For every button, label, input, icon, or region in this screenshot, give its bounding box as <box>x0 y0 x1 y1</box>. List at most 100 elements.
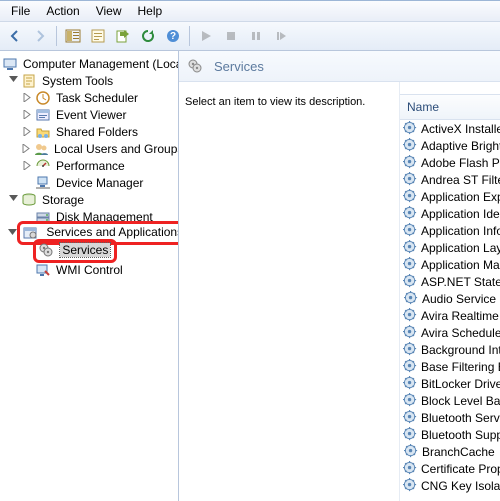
service-row[interactable]: CNG Key Isolation <box>400 477 500 494</box>
tree-device-manager[interactable]: Device Manager <box>0 174 178 191</box>
users-icon <box>33 141 49 157</box>
service-row[interactable]: Adobe Flash Player U <box>400 154 500 171</box>
service-row[interactable]: BitLocker Drive Encry <box>400 375 500 392</box>
show-hide-tree-button[interactable] <box>61 24 85 48</box>
expand-icon[interactable] <box>22 92 33 103</box>
service-row[interactable]: Application Identity <box>400 205 500 222</box>
tree-local-users[interactable]: Local Users and Groups <box>0 140 178 157</box>
pane-header: Services <box>179 51 500 82</box>
tree-label: WMI Control <box>54 263 125 277</box>
service-gear-icon <box>403 206 418 222</box>
toolbar: ? <box>0 22 500 51</box>
service-name: Background Intellige <box>421 343 500 357</box>
details-pane: Services Select an item to view its desc… <box>179 51 500 501</box>
service-gear-icon <box>403 444 419 460</box>
collapse-icon[interactable] <box>8 75 19 86</box>
service-gear-icon <box>403 291 419 307</box>
services-list[interactable]: ActiveX Installer (AxIAdaptive Brightnes… <box>400 120 500 501</box>
service-row[interactable]: Application Layer Ga <box>400 239 500 256</box>
pane-title: Services <box>214 59 264 74</box>
back-button[interactable] <box>3 24 27 48</box>
tree-storage[interactable]: Storage <box>0 191 178 208</box>
service-gear-icon <box>403 172 418 188</box>
menu-action[interactable]: Action <box>39 3 86 19</box>
service-row[interactable]: Bluetooth Service <box>400 409 500 426</box>
tree-label: Task Scheduler <box>54 91 140 105</box>
tree-system-tools[interactable]: System Tools <box>0 72 178 89</box>
service-row[interactable]: BranchCache <box>400 443 500 460</box>
system-tools-icon <box>21 73 37 89</box>
service-row[interactable]: Avira Scheduler <box>400 324 500 341</box>
service-row[interactable]: Base Filtering Engine <box>400 358 500 375</box>
service-row[interactable]: Audio Service <box>400 290 500 307</box>
service-gear-icon <box>403 461 418 477</box>
service-name: Application Experien <box>421 190 500 204</box>
tree-shared-folders[interactable]: Shared Folders <box>0 123 178 140</box>
service-name: Application Layer Ga <box>421 241 500 255</box>
export-button[interactable] <box>111 24 135 48</box>
service-name: ActiveX Installer (AxI <box>421 122 500 136</box>
service-row[interactable]: Avira Realtime Prote <box>400 307 500 324</box>
service-row[interactable]: Certificate Propagati <box>400 460 500 477</box>
menu-file[interactable]: File <box>4 3 37 19</box>
wmi-icon <box>35 262 51 278</box>
service-gear-icon <box>403 376 418 392</box>
services-icon <box>187 58 203 74</box>
tree-label: Services <box>60 243 110 257</box>
tree-event-viewer[interactable]: Event Viewer <box>0 106 178 123</box>
service-row[interactable]: Andrea ST Filters Ser <box>400 171 500 188</box>
service-name: Application Manage <box>421 258 500 272</box>
tree-task-scheduler[interactable]: Task Scheduler <box>0 89 178 106</box>
forward-button[interactable] <box>28 24 52 48</box>
service-name: Bluetooth Service <box>421 411 500 425</box>
service-row[interactable]: ASP.NET State Servic <box>400 273 500 290</box>
properties-button[interactable] <box>86 24 110 48</box>
service-name: Application Informa <box>421 224 500 238</box>
expand-icon[interactable] <box>22 126 33 137</box>
service-gear-icon <box>403 325 418 341</box>
menu-view[interactable]: View <box>89 3 129 19</box>
device-manager-icon <box>35 175 51 191</box>
service-row[interactable]: Application Manage <box>400 256 500 273</box>
stop-service-button[interactable] <box>219 24 243 48</box>
tree-label: Event Viewer <box>54 108 128 122</box>
service-name: Avira Scheduler <box>421 326 500 340</box>
service-row[interactable]: ActiveX Installer (AxI <box>400 120 500 137</box>
column-header-name[interactable]: Name <box>400 94 500 120</box>
start-service-button[interactable] <box>194 24 218 48</box>
service-name: Andrea ST Filters Ser <box>421 173 500 187</box>
restart-service-button[interactable] <box>269 24 293 48</box>
service-gear-icon <box>403 240 418 256</box>
collapse-icon[interactable] <box>8 194 19 205</box>
expand-icon[interactable] <box>22 143 31 154</box>
service-row[interactable]: Bluetooth Support S <box>400 426 500 443</box>
refresh-button[interactable] <box>136 24 160 48</box>
service-row[interactable]: Background Intellige <box>400 341 500 358</box>
pause-service-button[interactable] <box>244 24 268 48</box>
service-name: Block Level Backup E <box>421 394 500 408</box>
service-row[interactable]: Adaptive Brightness <box>400 137 500 154</box>
services-apps-icon <box>22 224 38 240</box>
help-button[interactable]: ? <box>161 24 185 48</box>
tree-label: Local Users and Groups <box>52 142 179 156</box>
services-list-column: Name ActiveX Installer (AxIAdaptive Brig… <box>399 82 500 501</box>
tree-performance[interactable]: Performance <box>0 157 178 174</box>
service-gear-icon <box>403 427 418 443</box>
service-row[interactable]: Application Informa <box>400 222 500 239</box>
service-name: BranchCache <box>422 445 495 459</box>
service-row[interactable]: Block Level Backup E <box>400 392 500 409</box>
menu-help[interactable]: Help <box>131 3 170 19</box>
separator <box>189 26 190 46</box>
expand-icon[interactable] <box>22 160 33 171</box>
service-name: Base Filtering Engine <box>421 360 500 374</box>
storage-icon <box>21 192 37 208</box>
service-gear-icon <box>403 189 418 205</box>
tree-root[interactable]: Computer Management (Local <box>0 55 178 72</box>
tree-services[interactable]: Services <box>0 243 178 260</box>
services-icon <box>38 242 54 258</box>
expand-icon[interactable] <box>22 109 33 120</box>
service-row[interactable]: Application Experien <box>400 188 500 205</box>
event-viewer-icon <box>35 107 51 123</box>
collapse-icon[interactable] <box>8 228 17 239</box>
tree-wmi-control[interactable]: WMI Control <box>0 261 178 278</box>
